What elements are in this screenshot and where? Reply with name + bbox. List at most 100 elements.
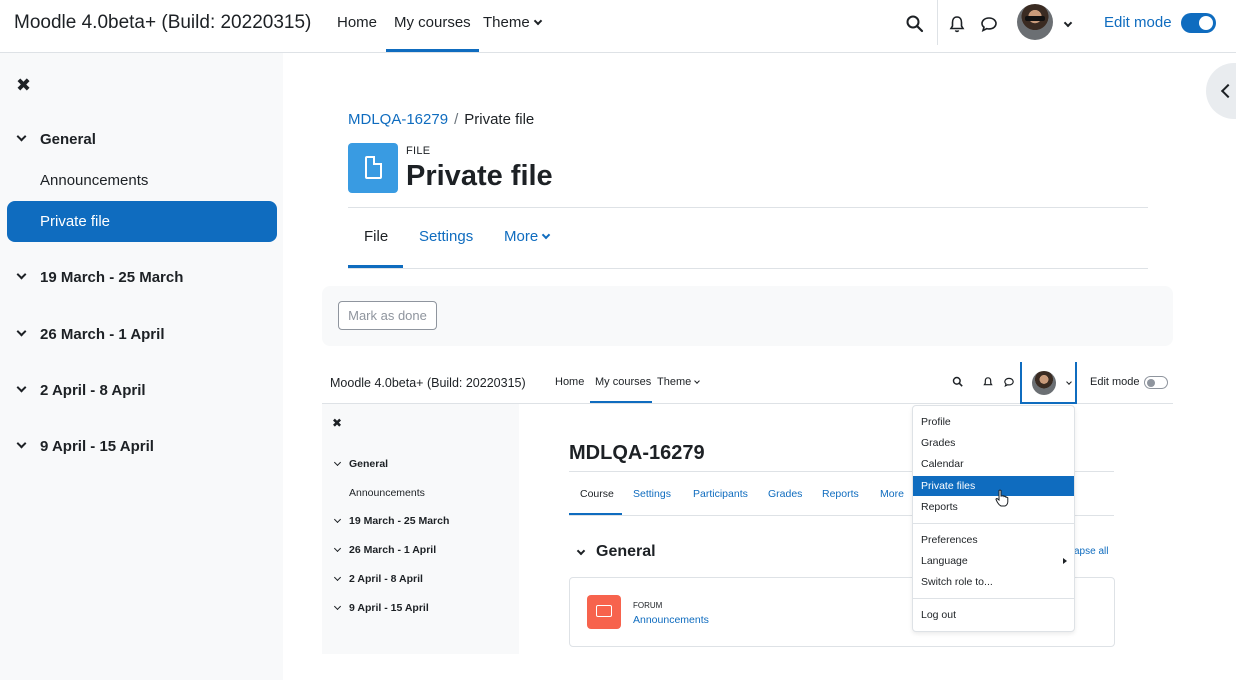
shot-nav-theme: Theme bbox=[657, 376, 701, 388]
nav-theme-label: Theme bbox=[483, 14, 530, 31]
menu-log-out: Log out bbox=[921, 609, 957, 621]
shot-active-nav-indicator bbox=[590, 401, 652, 403]
shot-nav-my-courses: My courses bbox=[595, 376, 652, 388]
shot-nav-theme-label: Theme bbox=[657, 376, 692, 388]
section-26-march[interactable]: 26 March - 1 April bbox=[40, 326, 164, 343]
drawer-link-label: Private file bbox=[40, 213, 111, 230]
shot-drawer: ✖ General Announcements 19 March - 25 Ma… bbox=[322, 404, 519, 654]
menu-switch-role: Switch role to... bbox=[921, 576, 993, 588]
menu-grades: Grades bbox=[921, 437, 956, 449]
site-brand[interactable]: Moodle 4.0beta+ (Build: 20220315) bbox=[14, 12, 311, 34]
shot-brand: Moodle 4.0beta+ (Build: 20220315) bbox=[330, 376, 526, 390]
message-icon bbox=[1004, 377, 1014, 388]
breadcrumb-course-link[interactable]: MDLQA-16279 bbox=[348, 111, 448, 128]
shot-section-general: General bbox=[349, 458, 389, 470]
chevron-down-icon bbox=[694, 378, 701, 384]
nav-home[interactable]: Home bbox=[337, 0, 377, 52]
edit-mode-label: Edit mode bbox=[1104, 14, 1172, 31]
shot-collapse-all: apse all bbox=[1074, 546, 1109, 557]
nav-theme[interactable]: Theme bbox=[483, 0, 542, 52]
shot-activity-type: FORUM bbox=[633, 601, 663, 610]
file-icon bbox=[348, 143, 398, 193]
tab-more[interactable]: More bbox=[504, 228, 551, 245]
divider bbox=[913, 523, 1074, 524]
tab-settings[interactable]: Settings bbox=[419, 228, 473, 245]
tab-file[interactable]: File bbox=[364, 228, 388, 245]
tab-more-label: More bbox=[504, 228, 539, 245]
block-drawer-toggle[interactable] bbox=[1206, 63, 1236, 119]
menu-preferences: Preferences bbox=[921, 534, 978, 546]
shot-section-9-april: 9 April - 15 April bbox=[349, 602, 429, 614]
shot-link-announcements: Announcements bbox=[349, 487, 425, 499]
close-icon: ✖ bbox=[332, 416, 343, 430]
section-19-march[interactable]: 19 March - 25 March bbox=[40, 269, 183, 286]
chevron-down-icon[interactable] bbox=[16, 438, 27, 449]
shot-tab-more: More bbox=[880, 488, 904, 500]
menu-profile: Profile bbox=[921, 416, 951, 428]
shot-navbar: Moodle 4.0beta+ (Build: 20220315) Home M… bbox=[322, 362, 1173, 404]
menu-calendar: Calendar bbox=[921, 458, 964, 470]
chevron-down-icon bbox=[333, 458, 342, 467]
shot-avatar bbox=[1032, 371, 1056, 395]
shot-user-menu-toggle bbox=[1020, 362, 1077, 404]
module-type: FILE bbox=[406, 145, 431, 157]
shot-edit-mode-label: Edit mode bbox=[1090, 376, 1140, 388]
shot-tab-settings: Settings bbox=[633, 488, 671, 500]
divider bbox=[348, 268, 1148, 269]
chevron-down-icon bbox=[333, 544, 342, 553]
chevron-down-icon bbox=[533, 16, 542, 26]
nav-my-courses[interactable]: My courses bbox=[386, 0, 479, 52]
menu-reports: Reports bbox=[921, 501, 958, 513]
file-content-image: Moodle 4.0beta+ (Build: 20220315) Home M… bbox=[322, 362, 1173, 654]
shot-section-26-march: 26 March - 1 April bbox=[349, 544, 437, 556]
divider bbox=[348, 207, 1148, 208]
mark-as-done-button[interactable]: Mark as done bbox=[338, 301, 437, 330]
search-icon[interactable] bbox=[905, 14, 925, 34]
shot-tab-grades: Grades bbox=[768, 488, 803, 500]
divider bbox=[913, 598, 1074, 599]
shot-section-heading: General bbox=[596, 543, 656, 560]
shot-tab-reports: Reports bbox=[822, 488, 859, 500]
chevron-down-icon bbox=[1066, 379, 1072, 385]
chevron-down-icon bbox=[576, 546, 586, 556]
forum-icon bbox=[587, 595, 621, 629]
breadcrumb-current: Private file bbox=[464, 111, 535, 128]
chevron-down-icon[interactable] bbox=[16, 131, 27, 142]
drawer-link-announcements[interactable]: Announcements bbox=[40, 172, 148, 189]
section-general[interactable]: General bbox=[40, 131, 96, 148]
breadcrumb: MDLQA-16279 / Private file bbox=[348, 111, 534, 128]
chevron-down-icon[interactable] bbox=[16, 269, 27, 280]
shot-section-2-april: 2 April - 8 April bbox=[349, 573, 423, 585]
chevron-down-icon[interactable] bbox=[1063, 18, 1073, 28]
shot-activity-name: Announcements bbox=[633, 614, 709, 626]
section-2-april[interactable]: 2 April - 8 April bbox=[40, 382, 146, 399]
hand-cursor-icon bbox=[995, 489, 1009, 507]
chevron-down-icon bbox=[333, 515, 342, 524]
menu-language-label: Language bbox=[921, 555, 968, 567]
edit-mode-toggle[interactable] bbox=[1181, 13, 1216, 33]
course-index-drawer: ✖ General Announcements Private file 19 … bbox=[0, 53, 283, 680]
search-icon bbox=[952, 376, 963, 387]
nav-divider bbox=[937, 0, 938, 45]
bell-icon[interactable] bbox=[947, 14, 967, 34]
user-avatar[interactable] bbox=[1017, 4, 1053, 40]
page-title: Private file bbox=[406, 160, 553, 192]
top-navbar: Moodle 4.0beta+ (Build: 20220315) Home M… bbox=[0, 0, 1236, 53]
drawer-link-private-file[interactable]: Private file bbox=[7, 201, 277, 242]
section-9-april[interactable]: 9 April - 15 April bbox=[40, 438, 154, 455]
message-icon[interactable] bbox=[979, 14, 999, 34]
shot-user-menu: Profile Grades Calendar Private files Re… bbox=[912, 405, 1075, 632]
caret-right-icon bbox=[1063, 558, 1067, 564]
shot-course-title: MDLQA-16279 bbox=[569, 442, 705, 464]
activity-completion: Mark as done bbox=[322, 286, 1173, 346]
shot-tab-course: Course bbox=[580, 488, 614, 500]
chevron-down-icon[interactable] bbox=[16, 382, 27, 393]
chevron-down-icon bbox=[541, 230, 551, 240]
close-icon[interactable]: ✖ bbox=[16, 75, 31, 96]
chevron-down-icon[interactable] bbox=[16, 326, 27, 337]
menu-language: Language bbox=[913, 551, 1074, 571]
shot-edit-mode-toggle bbox=[1144, 376, 1168, 389]
chevron-down-icon bbox=[333, 602, 342, 611]
menu-private-files: Private files bbox=[913, 476, 1074, 496]
breadcrumb-separator: / bbox=[454, 111, 459, 128]
